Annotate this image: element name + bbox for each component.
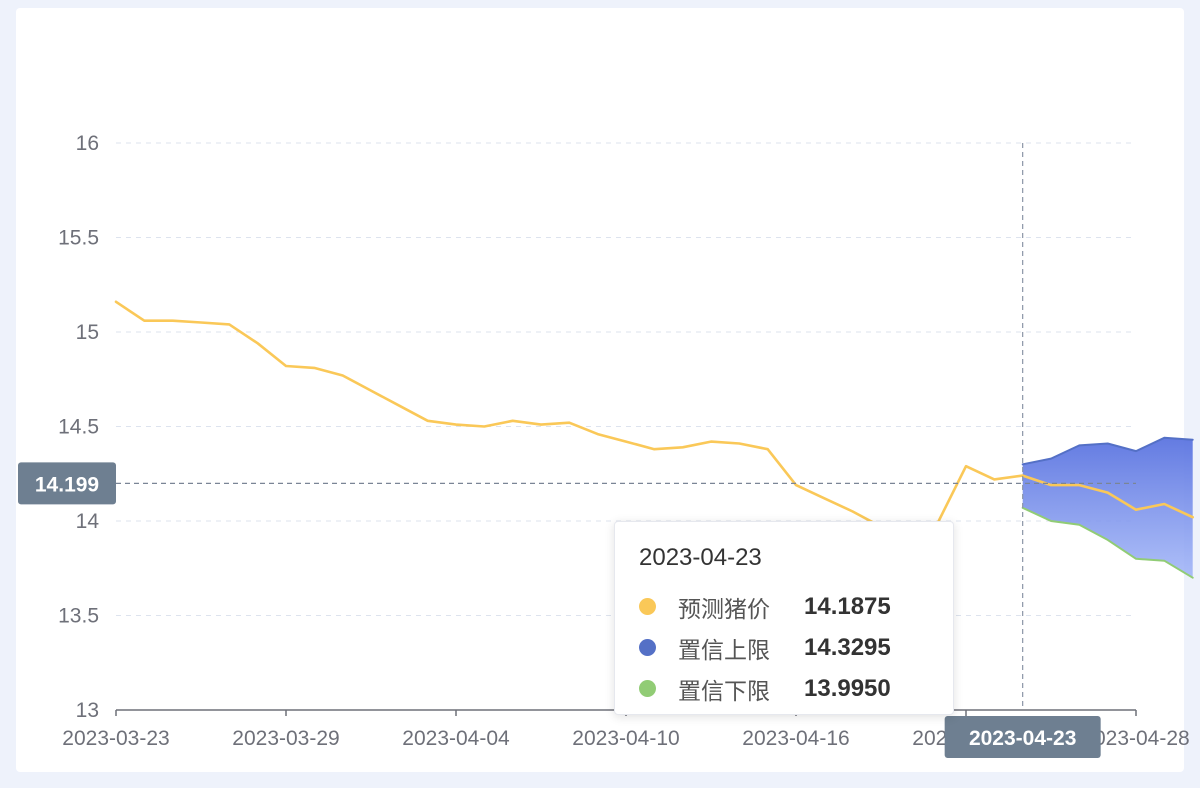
price-forecast-chart[interactable]: 16 15.5 15 14.5 14 13.5 13 2023-03-23 2023-03-2… (0, 0, 1200, 788)
tooltip-row-lower: 置信下限 13.9950 (639, 668, 929, 709)
x-tick-label: 2023-04-10 (572, 727, 679, 750)
forecast-dot-icon (639, 598, 656, 615)
lower-dot-icon (639, 680, 656, 697)
y-tick-label: 13.5 (58, 605, 99, 628)
crosshair-y-label: 14.199 (35, 473, 99, 496)
tooltip-row-forecast: 预测猪价 14.1875 (639, 586, 929, 627)
x-tick-label: 2023-03-29 (232, 727, 339, 750)
tooltip-series-value: 14.1875 (804, 592, 891, 620)
tooltip-series-value: 14.3295 (804, 633, 891, 661)
tooltip-series-name: 置信下限 (678, 678, 770, 705)
chart-frame: 16 15.5 15 14.5 14 13.5 13 2023-03-23 2023-03-2… (0, 0, 1200, 788)
crosshair-x-label: 2023-04-23 (969, 727, 1076, 750)
upper-dot-icon (639, 639, 656, 656)
tooltip-series-name: 置信上限 (678, 637, 770, 664)
tooltip: 2023-04-23 预测猪价 14.1875 置信上限 14.3295 置信下… (614, 521, 954, 715)
x-tick-label: 2023-03-23 (62, 727, 169, 750)
x-tick-label: 2023-04-16 (742, 727, 849, 750)
y-tick-label: 13 (76, 699, 99, 722)
tooltip-title: 2023-04-23 (639, 544, 762, 571)
y-axis-ticks: 16 15.5 15 14.5 14 13.5 13 (58, 132, 99, 722)
x-tick-label: 2023-04-04 (402, 727, 510, 750)
crosshair: 14.199 2023-04-23 (18, 143, 1136, 758)
tooltip-row-upper: 置信上限 14.3295 (639, 627, 929, 668)
y-tick-label: 16 (76, 132, 99, 155)
y-tick-label: 15 (76, 321, 99, 344)
y-tick-label: 14.5 (58, 416, 99, 439)
y-tick-label: 14 (76, 510, 100, 533)
y-tick-label: 15.5 (58, 227, 99, 250)
tooltip-series-name: 预测猪价 (678, 596, 770, 623)
tooltip-series-value: 13.9950 (804, 674, 891, 702)
